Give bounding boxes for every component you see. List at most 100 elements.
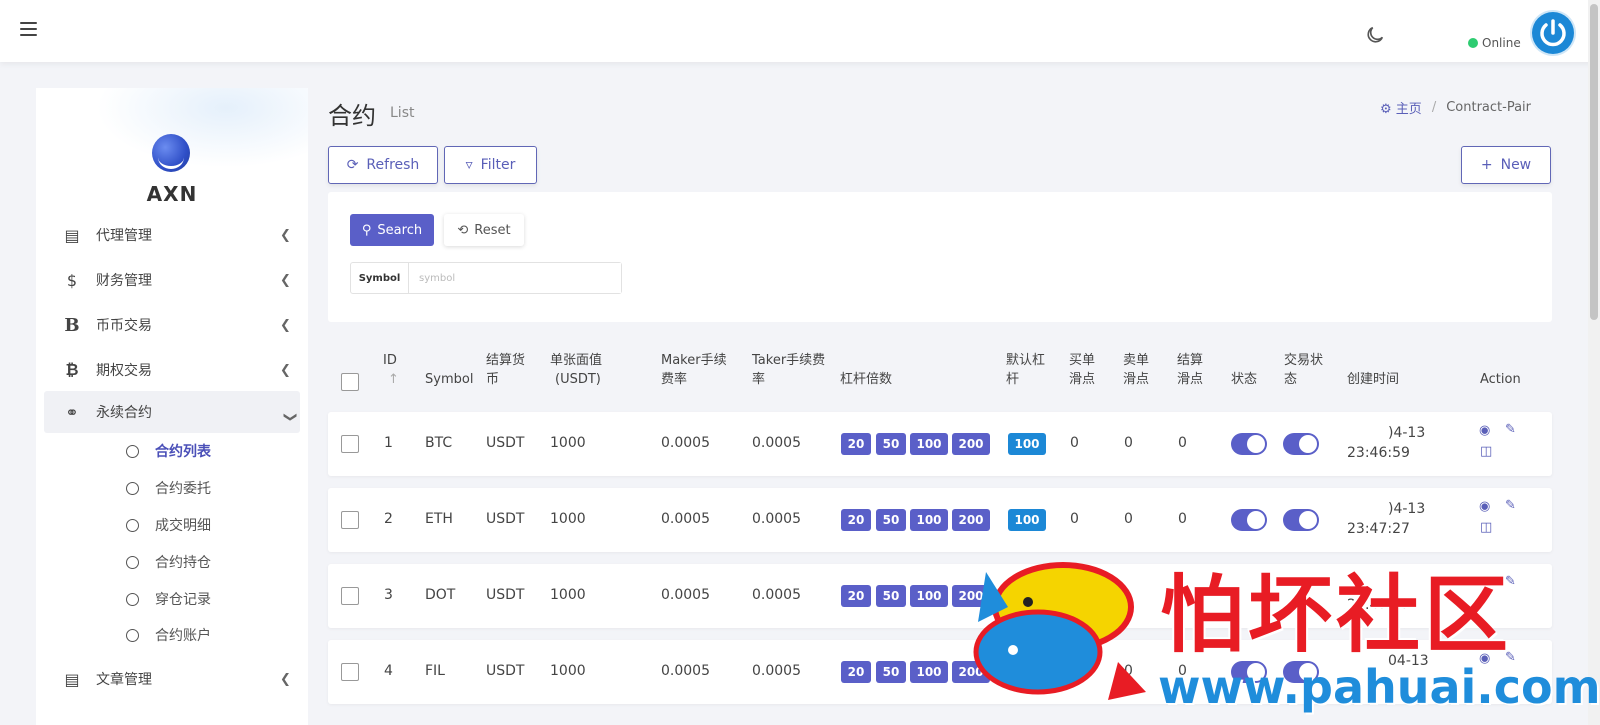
breadcrumb-current: Contract-Pair xyxy=(1446,100,1531,115)
col-header-default-leverage-line1: 默认杠 xyxy=(1006,353,1046,368)
chevron-left-icon: ❮ xyxy=(280,317,291,333)
trade-status-toggle[interactable] xyxy=(1283,433,1319,455)
sidebar-item-options[interactable]: ₿ 期权交易 ❮ xyxy=(44,349,300,391)
breadcrumb-home[interactable]: ⚙ 主页 xyxy=(1380,98,1422,117)
col-header-leverage: 杠杆倍数 xyxy=(840,372,893,387)
refresh-button-label: Refresh xyxy=(366,157,420,173)
link-icon: ⚭ xyxy=(65,402,79,422)
status-toggle[interactable] xyxy=(1231,433,1267,455)
breadcrumb-separator: / xyxy=(1431,100,1437,115)
symbol-input[interactable] xyxy=(409,263,621,293)
online-status-label: Online xyxy=(1482,36,1521,50)
col-header-trade-status-line2: 态 xyxy=(1284,372,1298,387)
hamburger-menu-icon[interactable] xyxy=(20,22,37,36)
col-header-maker-fee-line1: Maker手续 xyxy=(661,353,727,368)
status-toggle[interactable] xyxy=(1231,509,1267,531)
cell-sell-slippage: 0 xyxy=(1124,435,1133,451)
new-button-label: New xyxy=(1500,157,1532,173)
submenu-contract-orders[interactable]: 合约委托 xyxy=(126,473,211,503)
search-button[interactable]: ⚲ Search xyxy=(350,214,434,246)
sidebar-item-spot[interactable]: B 币币交易 ❮ xyxy=(44,304,300,346)
search-icon: ⚲ xyxy=(361,222,372,238)
cell-maker-fee: 0.0005 xyxy=(661,511,710,527)
reset-button[interactable]: ⟲ Reset xyxy=(444,214,524,246)
cell-taker-fee: 0.0005 xyxy=(752,587,801,603)
submenu-liquidation-records[interactable]: 穿仓记录 xyxy=(126,584,211,614)
submenu-positions[interactable]: 合约持仓 xyxy=(126,547,211,577)
cell-id: 3 xyxy=(384,587,393,603)
col-header-created-time: 创建时间 xyxy=(1347,372,1400,387)
leverage-badge: 100 xyxy=(910,661,948,683)
filter-button-label: Filter xyxy=(480,157,516,173)
submenu-contract-accounts[interactable]: 合约账户 xyxy=(126,620,211,650)
sidebar-item-finance[interactable]: $ 财务管理 ❮ xyxy=(44,259,300,301)
col-header-action: Action xyxy=(1480,372,1521,387)
submenu-label: 成交明细 xyxy=(155,518,211,534)
submenu-label: 合约持仓 xyxy=(155,555,211,571)
delete-trash-icon[interactable]: ◫ xyxy=(1480,520,1492,535)
top-navbar: Online xyxy=(0,0,1600,62)
trade-status-toggle[interactable] xyxy=(1283,509,1319,531)
cell-settle-currency: USDT xyxy=(486,587,525,603)
filter-panel: ⚲ Search ⟲ Reset Symbol xyxy=(328,192,1552,322)
row-checkbox[interactable] xyxy=(341,435,359,453)
sort-asc-icon[interactable]: ↑ xyxy=(388,370,399,389)
cell-id: 1 xyxy=(384,435,393,451)
page-scrollbar[interactable] xyxy=(1588,0,1600,725)
edit-pencil-icon[interactable]: ✎ xyxy=(1505,498,1516,513)
user-avatar-power-icon[interactable] xyxy=(1532,12,1574,54)
cell-created-date: )4-13 xyxy=(1388,425,1426,441)
cell-id: 2 xyxy=(384,511,393,527)
dark-mode-moon-icon[interactable] xyxy=(1364,24,1386,46)
submenu-trade-details[interactable]: 成交明细 xyxy=(126,510,211,540)
circle-icon xyxy=(126,592,139,606)
delete-trash-icon[interactable]: ◫ xyxy=(1480,444,1492,459)
submenu-contract-list[interactable]: 合约列表 xyxy=(126,436,211,466)
cell-face-value: 1000 xyxy=(550,663,586,679)
bitcoin-icon: ₿ xyxy=(65,360,79,379)
sidebar-item-label: 代理管理 xyxy=(96,228,152,244)
refresh-button[interactable]: ⟳ Refresh xyxy=(328,146,438,184)
circle-icon xyxy=(126,555,139,569)
col-header-buy-slippage-line1: 买单 xyxy=(1069,353,1096,368)
col-header-sell-slippage-line1: 卖单 xyxy=(1123,353,1150,368)
cell-symbol: FIL xyxy=(425,663,445,679)
chevron-left-icon: ❮ xyxy=(280,227,291,243)
col-header-taker-fee-line1: Taker手续费 xyxy=(752,353,826,368)
leverage-badge: 20 xyxy=(841,509,871,531)
cell-settle-currency: USDT xyxy=(486,511,525,527)
filter-button[interactable]: ▿ Filter xyxy=(444,146,537,184)
edit-pencil-icon[interactable]: ✎ xyxy=(1505,422,1516,437)
symbol-filter-label: Symbol xyxy=(351,263,409,293)
sidebar-item-agent[interactable]: ▤ 代理管理 ❮ xyxy=(44,214,300,256)
col-header-id[interactable]: ID xyxy=(383,351,397,370)
cell-created-time: 23:47:27 xyxy=(1347,521,1410,537)
brand-name: AXN xyxy=(146,182,198,206)
circle-icon xyxy=(126,628,139,642)
row-checkbox[interactable] xyxy=(341,587,359,605)
scrollbar-thumb[interactable] xyxy=(1590,4,1598,320)
leverage-badge: 200 xyxy=(952,433,990,455)
col-header-settle-currency-line2: 币 xyxy=(486,372,500,387)
sidebar-item-articles[interactable]: ▤ 文章管理 ❮ xyxy=(44,658,300,700)
select-all-checkbox[interactable] xyxy=(341,373,359,391)
dollar-icon: $ xyxy=(66,270,78,290)
search-button-label: Search xyxy=(377,222,423,238)
row-checkbox[interactable] xyxy=(341,663,359,681)
col-header-symbol: Symbol xyxy=(425,372,474,387)
leverage-badge: 20 xyxy=(841,661,871,683)
leverage-badge: 20 xyxy=(841,585,871,607)
sidebar-item-label: 期权交易 xyxy=(96,363,152,379)
sidebar-item-perpetual[interactable]: ⚭ 永续合约 ❮ xyxy=(44,391,300,433)
cell-settle-slippage: 0 xyxy=(1178,511,1187,527)
sidebar-item-label: 财务管理 xyxy=(96,273,152,289)
new-button[interactable]: + New xyxy=(1461,146,1551,184)
refresh-icon: ⟳ xyxy=(346,157,359,173)
watermark-url: www.pahuai.com xyxy=(1158,660,1600,714)
row-checkbox[interactable] xyxy=(341,511,359,529)
view-eye-icon[interactable]: ◉ xyxy=(1479,423,1490,438)
chevron-left-icon: ❮ xyxy=(280,671,291,687)
cell-taker-fee: 0.0005 xyxy=(752,663,801,679)
col-header-settle-currency-line1: 结算货 xyxy=(486,353,526,368)
view-eye-icon[interactable]: ◉ xyxy=(1479,499,1490,514)
